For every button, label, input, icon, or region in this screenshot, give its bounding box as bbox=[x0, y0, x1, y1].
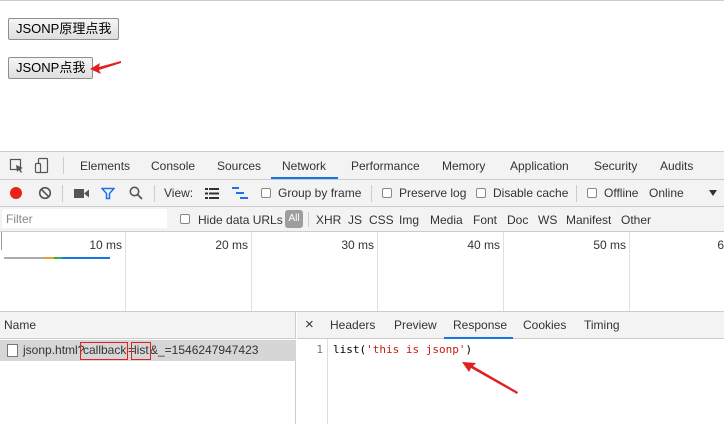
filter-separator bbox=[308, 212, 309, 227]
network-toolbar: View: Group by frame Preserve log Disabl… bbox=[0, 180, 724, 207]
tab-sources[interactable]: Sources bbox=[217, 159, 261, 173]
timeline-gridline bbox=[125, 232, 126, 311]
tab-headers[interactable]: Headers bbox=[330, 318, 375, 332]
filter-xhr[interactable]: XHR bbox=[316, 213, 341, 227]
clear-icon[interactable] bbox=[38, 186, 52, 200]
timeline-tick-label: 30 ms bbox=[341, 238, 374, 252]
code-close: ) bbox=[465, 343, 473, 356]
tab-response[interactable]: Response bbox=[453, 318, 507, 332]
group-by-frame-checkbox[interactable] bbox=[261, 188, 271, 198]
toolbar-separator bbox=[154, 185, 155, 202]
timeline-tick-label: 40 ms bbox=[467, 238, 500, 252]
timeline-tick-label: 20 ms bbox=[215, 238, 248, 252]
request-url-prefix: jsonp.html? bbox=[23, 343, 85, 357]
tab-console[interactable]: Console bbox=[151, 159, 195, 173]
tab-memory[interactable]: Memory bbox=[442, 159, 485, 173]
filter-input[interactable] bbox=[2, 209, 167, 228]
tab-elements[interactable]: Elements bbox=[80, 159, 130, 173]
preserve-log-label: Preserve log bbox=[399, 186, 467, 200]
offline-label: Offline bbox=[604, 186, 639, 200]
timeline-gridline bbox=[503, 232, 504, 311]
response-code-line: list('this is jsonp') bbox=[333, 339, 472, 361]
list-highlight-box bbox=[131, 342, 151, 360]
detail-tabbar: × Headers Preview Response Cookies Timin… bbox=[297, 312, 724, 339]
name-column-header[interactable]: Name bbox=[0, 312, 296, 339]
annotation-arrow-icon bbox=[462, 362, 518, 394]
line-number-gutter: 1 bbox=[297, 339, 328, 424]
code-string: 'this is jsonp' bbox=[366, 343, 466, 356]
search-icon[interactable] bbox=[129, 186, 143, 200]
filter-font[interactable]: Font bbox=[473, 213, 497, 227]
filter-other[interactable]: Other bbox=[621, 213, 651, 227]
close-detail-icon[interactable]: × bbox=[305, 316, 314, 333]
hide-data-urls-checkbox[interactable] bbox=[180, 214, 190, 224]
toolbar-separator bbox=[371, 185, 372, 202]
tab-timing[interactable]: Timing bbox=[584, 318, 620, 332]
inspect-element-icon[interactable] bbox=[9, 158, 25, 174]
timeline-tick-label: 10 ms bbox=[89, 238, 122, 252]
jsonp-principle-button[interactable]: JSONP原理点我 bbox=[8, 18, 120, 40]
disable-cache-checkbox[interactable] bbox=[476, 188, 486, 198]
tab-security[interactable]: Security bbox=[594, 159, 637, 173]
tab-network[interactable]: Network bbox=[282, 159, 326, 173]
offline-checkbox[interactable] bbox=[587, 188, 597, 198]
filter-doc[interactable]: Doc bbox=[507, 213, 528, 227]
filter-css[interactable]: CSS bbox=[369, 213, 394, 227]
disable-cache-label: Disable cache bbox=[493, 186, 569, 200]
group-by-frame-label: Group by frame bbox=[278, 186, 362, 200]
timeline-bar-dcl bbox=[44, 257, 54, 259]
network-overview-timeline[interactable]: 10 ms 20 ms 30 ms 40 ms 50 ms 6 bbox=[0, 232, 724, 312]
waterfall-overview-icon[interactable] bbox=[232, 187, 248, 199]
toolbar-separator bbox=[62, 185, 63, 202]
timeline-gridline bbox=[1, 232, 2, 250]
filter-img[interactable]: Img bbox=[399, 213, 419, 227]
screenshot-camera-icon[interactable] bbox=[74, 188, 90, 199]
filter-media[interactable]: Media bbox=[430, 213, 463, 227]
annotation-arrow-icon bbox=[90, 61, 121, 74]
page-top-border bbox=[0, 0, 724, 1]
tabbar-separator bbox=[63, 157, 64, 174]
filter-ws[interactable]: WS bbox=[538, 213, 557, 227]
devtools-panel: Elements Console Sources Network Perform… bbox=[0, 151, 724, 424]
devtools-tabbar: Elements Console Sources Network Perform… bbox=[0, 152, 724, 180]
timeline-gridline bbox=[251, 232, 252, 311]
chevron-down-icon[interactable] bbox=[709, 190, 717, 196]
timeline-tick-label: 6 bbox=[717, 238, 724, 252]
preserve-log-checkbox[interactable] bbox=[382, 188, 392, 198]
hide-data-urls-label: Hide data URLs bbox=[198, 213, 283, 227]
timeline-tick-label: 50 ms bbox=[593, 238, 626, 252]
large-rows-icon[interactable] bbox=[205, 188, 219, 199]
timeline-bar-load bbox=[54, 257, 62, 259]
tab-audits[interactable]: Audits bbox=[660, 159, 693, 173]
callback-highlight-box bbox=[80, 342, 128, 360]
timeline-gridline bbox=[629, 232, 630, 311]
active-tab-indicator bbox=[271, 177, 338, 179]
timeline-gridline bbox=[377, 232, 378, 311]
code-call: list( bbox=[333, 343, 367, 356]
request-list-empty-area bbox=[0, 361, 296, 424]
network-bottom-pane: Name jsonp.html? callback = list &_=1546… bbox=[0, 312, 724, 424]
filter-bar: Hide data URLs All XHR JS CSS Img Media … bbox=[0, 207, 724, 232]
view-label: View: bbox=[164, 186, 194, 200]
line-number: 1 bbox=[316, 343, 323, 356]
tab-preview[interactable]: Preview bbox=[394, 318, 437, 332]
tab-performance[interactable]: Performance bbox=[351, 159, 420, 173]
toolbar-separator bbox=[576, 185, 577, 202]
throttle-select[interactable]: Online bbox=[649, 186, 684, 200]
jsonp-click-button[interactable]: JSONP点我 bbox=[8, 57, 94, 79]
filter-all-button[interactable]: All bbox=[285, 210, 303, 228]
request-url-rest: &_=1546247947423 bbox=[150, 343, 259, 357]
tab-application[interactable]: Application bbox=[510, 159, 569, 173]
filter-funnel-icon[interactable] bbox=[101, 187, 115, 200]
record-icon[interactable] bbox=[9, 186, 23, 200]
filter-js[interactable]: JS bbox=[348, 213, 362, 227]
filter-manifest[interactable]: Manifest bbox=[566, 213, 611, 227]
device-toolbar-icon[interactable] bbox=[34, 157, 50, 174]
tab-cookies[interactable]: Cookies bbox=[523, 318, 566, 332]
document-file-icon bbox=[7, 344, 18, 357]
